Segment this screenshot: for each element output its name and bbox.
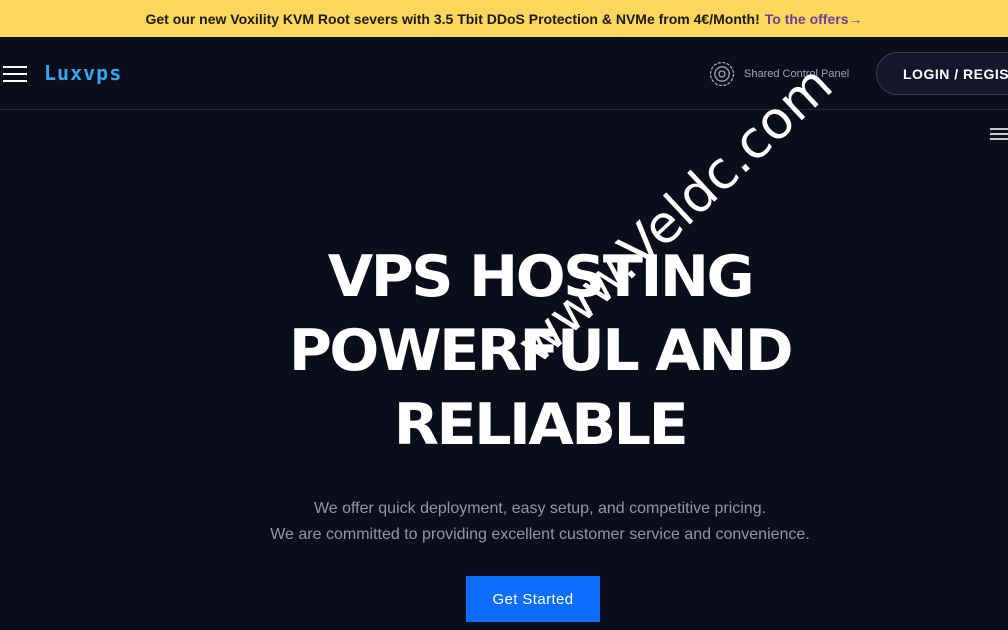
gear-icon	[709, 61, 735, 87]
hero-title-line-1: VPS HOSTING	[327, 244, 755, 310]
hero-subtitle-line-1: We offer quick deployment, easy setup, a…	[313, 500, 767, 517]
hero-title: VPS HOSTING POWERFUL AND RELIABLE	[0, 240, 1008, 462]
logo[interactable]: Luxvps	[44, 61, 122, 85]
hero-subtitle-line-2: We are committed to providing excellent …	[270, 526, 810, 543]
hero-title-line-3: RELIABLE	[393, 392, 689, 458]
menu-icon[interactable]	[990, 128, 1008, 140]
hero-subtitle: We offer quick deployment, easy setup, a…	[0, 496, 1008, 548]
get-started-button[interactable]: Get Started	[466, 576, 600, 622]
hamburger-icon[interactable]	[3, 66, 27, 83]
promo-offers-link[interactable]: To the offers→	[765, 11, 863, 27]
promo-banner: Get our new Voxility KVM Root severs wit…	[0, 0, 1008, 37]
top-navbar: Luxvps Shared Control Panel LOGIN / REGI…	[0, 37, 1008, 110]
promo-text: Get our new Voxility KVM Root severs wit…	[145, 10, 760, 27]
login-register-button[interactable]: LOGIN / REGISTER	[876, 52, 1008, 95]
